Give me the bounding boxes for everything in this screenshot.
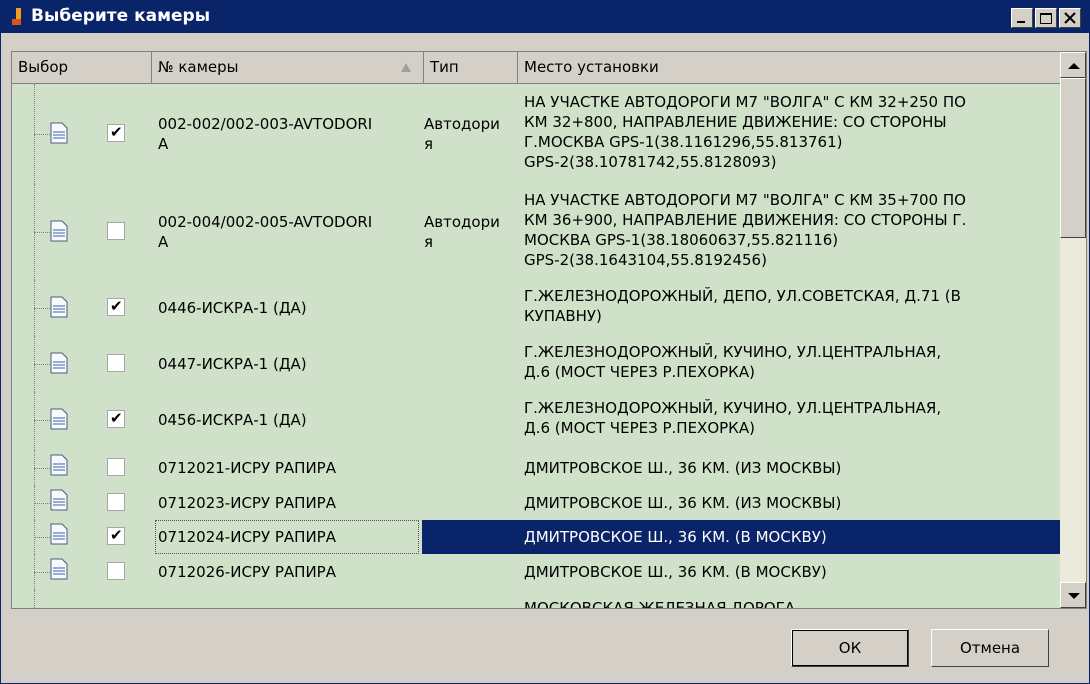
- minimize-button[interactable]: [1011, 8, 1033, 28]
- camera-number: 0712023-ИСРУ РАПИРА: [158, 494, 336, 512]
- table-row[interactable]: 0446-ИСКРА-1 (ДА) Г.ЖЕЛЕЗНОДОРОЖНЫЙ, ДЕП…: [12, 280, 1060, 336]
- camera-type: Автодори я: [424, 213, 500, 251]
- vertical-scrollbar[interactable]: [1060, 52, 1086, 608]
- tree-connector: [34, 308, 50, 309]
- tree-connector: [34, 364, 50, 365]
- tree-connector: [34, 537, 50, 538]
- camera-location: ДМИТРОВСКОЕ Ш., 36 КМ. (В МОСКВУ): [524, 563, 827, 581]
- row-checkbox[interactable]: [107, 409, 125, 428]
- cameras-grid: Выбор № камеры Тип Место установки 002-0…: [11, 51, 1087, 609]
- arrow-down-icon: [1068, 593, 1080, 599]
- title-bar[interactable]: Выберите камеры: [1, 1, 1089, 33]
- document-icon: [50, 122, 68, 144]
- row-checkbox[interactable]: [107, 526, 125, 545]
- camera-number: 002-004/002-005-AVTODORI A: [158, 213, 373, 251]
- camera-number: 002-002/002-003-AVTODORI A: [158, 115, 373, 153]
- camera-location: ДМИТРОВСКОЕ Ш., 36 КМ. (ИЗ МОСКВЫ): [524, 494, 842, 512]
- tree-line: [34, 392, 35, 450]
- table-row[interactable]: 002-002/002-003-AVTODORI A Автодори я НА…: [12, 84, 1060, 184]
- row-checkbox[interactable]: [107, 458, 125, 476]
- grid-body: 002-002/002-003-AVTODORI A Автодори я НА…: [12, 84, 1060, 609]
- scroll-up-button[interactable]: [1060, 52, 1086, 78]
- camera-location: НА УЧАСТКЕ АВТОДОРОГИ М7 "ВОЛГА" С КМ 32…: [524, 93, 966, 171]
- document-icon: [50, 454, 68, 476]
- document-icon: [50, 352, 68, 374]
- document-icon: [50, 558, 68, 580]
- camera-location: НА УЧАСТКЕ АВТОДОРОГИ М7 "ВОЛГА" С КМ 35…: [524, 191, 967, 269]
- document-icon: [50, 296, 68, 318]
- column-header-location[interactable]: Место установки: [518, 52, 1060, 84]
- camera-location: Г.ЖЕЛЕЗНОДОРОЖНЫЙ, ДЕПО, УЛ.СОВЕТСКАЯ, Д…: [524, 287, 961, 325]
- camera-number: 0456-ИСКРА-1 (ДА): [158, 411, 307, 429]
- document-icon: [50, 489, 68, 511]
- arrow-up-icon: [1068, 63, 1080, 69]
- camera-location: ДМИТРОВСКОЕ Ш., 36 КМ. (В МОСКВУ): [524, 528, 827, 546]
- camera-location: МОСКОВСКАЯ ЖЕЛЕЗНАЯ ДОРОГА,: [524, 599, 800, 609]
- column-header-camera-number-label: № камеры: [158, 58, 239, 76]
- column-header-camera-number[interactable]: № камеры: [152, 52, 424, 84]
- window-title: Выберите камеры: [31, 6, 211, 26]
- cancel-button[interactable]: Отмена: [931, 629, 1049, 667]
- close-button[interactable]: [1059, 8, 1081, 28]
- document-icon: [50, 523, 68, 545]
- table-row[interactable]: 0712021-ИСРУ РАПИРА ДМИТРОВСКОЕ Ш., 36 К…: [12, 450, 1060, 486]
- camera-location: ДМИТРОВСКОЕ Ш., 36 КМ. (ИЗ МОСКВЫ): [524, 459, 842, 477]
- camera-number: 0712021-ИСРУ РАПИРА: [158, 459, 336, 477]
- table-row[interactable]: 0447-ИСКРА-1 (ДА) Г.ЖЕЛЕЗНОДОРОЖНЫЙ, КУЧ…: [12, 336, 1060, 392]
- document-icon: [50, 220, 68, 242]
- table-row[interactable]: 0712026-ИСРУ РАПИРА ДМИТРОВСКОЕ Ш., 36 К…: [12, 554, 1060, 590]
- maximize-button[interactable]: [1035, 8, 1057, 28]
- table-row[interactable]: 0456-ИСКРА-1 (ДА) Г.ЖЕЛЕЗНОДОРОЖНЫЙ, КУЧ…: [12, 392, 1060, 450]
- camera-type: Автодори я: [424, 115, 500, 153]
- column-header-type[interactable]: Тип: [424, 52, 518, 84]
- grid-header: Выбор № камеры Тип Место установки: [12, 52, 1060, 84]
- camera-number: 0447-ИСКРА-1 (ДА): [158, 355, 307, 373]
- row-checkbox[interactable]: [107, 493, 125, 511]
- tree-connector: [34, 503, 50, 504]
- row-checkbox[interactable]: [107, 123, 125, 142]
- sort-ascending-icon: [401, 63, 411, 72]
- tree-connector: [34, 232, 50, 233]
- scroll-down-button[interactable]: [1060, 582, 1086, 608]
- tree-connector: [34, 468, 50, 469]
- row-checkbox[interactable]: [107, 354, 125, 372]
- camera-number: 0712026-ИСРУ РАПИРА: [158, 563, 336, 581]
- ok-button[interactable]: ОК: [791, 629, 909, 667]
- maximize-icon: [1040, 13, 1052, 24]
- row-checkbox[interactable]: [107, 562, 125, 580]
- minimize-icon: [1017, 21, 1025, 23]
- tree-connector: [34, 134, 50, 135]
- tree-connector: [34, 420, 50, 421]
- camera-location: Г.ЖЕЛЕЗНОДОРОЖНЫЙ, КУЧИНО, УЛ.ЦЕНТРАЛЬНА…: [524, 343, 942, 381]
- document-icon: [50, 408, 68, 430]
- scroll-thumb[interactable]: [1060, 78, 1086, 238]
- table-row[interactable]: 002-004/002-005-AVTODORI A Автодори я НА…: [12, 184, 1060, 280]
- row-checkbox[interactable]: [107, 297, 125, 316]
- column-header-select[interactable]: Выбор: [12, 52, 152, 84]
- table-row-selected[interactable]: 0712024-ИСРУ РАПИРА ДМИТРОВСКОЕ Ш., 36 К…: [12, 520, 1060, 554]
- app-icon: [12, 8, 21, 25]
- table-row[interactable]: МОСКОВСКАЯ ЖЕЛЕЗНАЯ ДОРОГА,: [12, 590, 1060, 609]
- camera-number: 0712024-ИСРУ РАПИРА: [158, 528, 336, 546]
- row-checkbox[interactable]: [107, 222, 125, 240]
- select-cameras-dialog: Выберите камеры Выбор № камеры Тип Место…: [0, 0, 1090, 684]
- camera-number: 0446-ИСКРА-1 (ДА): [158, 299, 307, 317]
- camera-location: Г.ЖЕЛЕЗНОДОРОЖНЫЙ, КУЧИНО, УЛ.ЦЕНТРАЛЬНА…: [524, 399, 942, 437]
- tree-connector: [34, 572, 50, 573]
- close-icon: [1064, 12, 1076, 24]
- tree-line: [34, 590, 35, 608]
- table-row[interactable]: 0712023-ИСРУ РАПИРА ДМИТРОВСКОЕ Ш., 36 К…: [12, 486, 1060, 520]
